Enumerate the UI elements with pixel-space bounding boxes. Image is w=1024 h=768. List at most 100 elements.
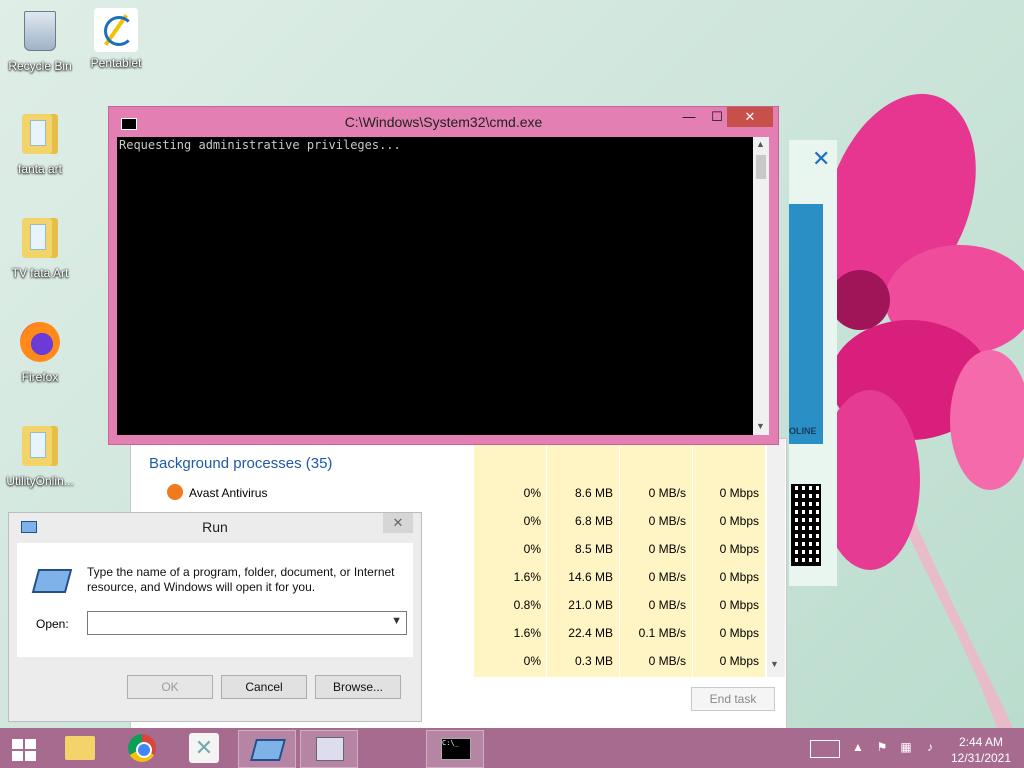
taskbar-cmd[interactable]: C:\_ [426,730,484,768]
recycle-bin-icon [24,11,56,51]
network-icon[interactable]: ▦ [898,740,914,756]
desktop-icon-tv-fata-art[interactable]: TV fata Art [2,216,78,280]
console-output[interactable]: Requesting administrative privileges... [117,137,753,435]
table-row[interactable]: Avast Antivirus 0% 8.6 MB 0 MB/s 0 Mbps [131,479,767,507]
avast-icon [167,484,183,500]
network-value: 0 Mbps [719,486,759,500]
desktop-icon-label: Firefox [21,370,59,384]
network-value: 0 Mbps [719,654,759,668]
browse-button[interactable]: Browse... [315,675,401,699]
memory-value: 8.6 MB [574,486,613,500]
start-button[interactable] [0,730,48,766]
disk-value: 0 MB/s [648,598,686,612]
cancel-button[interactable]: Cancel [221,675,307,699]
chevron-up-icon[interactable]: ▲ [756,139,765,149]
run-small-icon [21,521,37,533]
process-name: Avast Antivirus [189,486,268,500]
taskbar: ✕ C:\_ ▲ ⚑ ▦ ♪ 2:44 AM 12/31/2021 [0,728,1024,768]
run-description: Type the name of a program, folder, docu… [87,565,395,594]
scroll-thumb[interactable] [756,155,766,179]
chevron-down-icon[interactable]: ▼ [770,659,779,669]
desktop-icon-firefox[interactable]: Firefox [2,320,78,384]
run-dialog[interactable]: Run ✕ Type the name of a program, folder… [8,512,422,722]
end-task-button[interactable]: End task [691,687,775,711]
console-icon: C:\_ [441,738,471,760]
desktop-icon-label: UtilityOnlin... [6,474,74,488]
section-title: Background processes (35) [149,455,333,472]
cpu-value: 0% [523,542,541,556]
cpu-value: 0.8% [513,598,541,612]
cpu-value: 1.6% [513,570,541,584]
memory-value: 21.0 MB [568,598,613,612]
disk-value: 0 MB/s [648,570,686,584]
volume-muted-icon[interactable]: ♪ [922,740,938,756]
desktop-icon-pentablet[interactable]: Pentablet [78,8,154,70]
clock-time: 2:44 AM [958,735,1004,749]
network-value: 0 Mbps [719,542,759,556]
minimize-button[interactable]: — [675,107,703,127]
disk-value: 0 MB/s [648,542,686,556]
ad-text: OLINE [789,426,817,436]
open-input[interactable]: ▼ [87,611,407,635]
taskbar-file-explorer[interactable] [52,730,108,766]
desktop-icon-label: TV fata Art [11,266,69,280]
desktop-icon-recycle-bin[interactable]: Recycle Bin [2,8,78,73]
task-manager-icon [316,737,344,761]
network-value: 0 Mbps [719,626,759,640]
desktop-icon-utilityonline[interactable]: UtilityOnlin... [2,424,78,488]
desktop-icon-fanta-art[interactable]: fanta art [2,112,78,176]
app-icon: ✕ [189,733,219,763]
disk-value: 0 MB/s [648,654,686,668]
ad-image [789,204,823,444]
disk-value: 0 MB/s [648,514,686,528]
chrome-icon [128,734,156,762]
taskbar-task-manager[interactable] [300,730,358,768]
close-button[interactable]: ✕ [383,513,413,533]
network-value: 0 Mbps [719,598,759,612]
clock[interactable]: 2:44 AM 12/31/2021 [944,734,1018,766]
disk-value: 0 MB/s [648,486,686,500]
run-icon [31,569,73,593]
folder-icon [22,426,58,466]
close-icon[interactable]: ✕ [812,146,830,172]
action-center-icon[interactable]: ⚑ [874,740,890,756]
chevron-down-icon[interactable]: ▼ [391,615,402,627]
memory-value: 8.5 MB [574,542,613,556]
cpu-value: 0% [523,654,541,668]
open-label: Open: [36,617,69,631]
memory-value: 0.3 MB [574,654,613,668]
run-title: Run [202,519,228,535]
touch-keyboard-icon[interactable] [810,740,840,758]
console-scrollbar[interactable]: ▲ ▼ [753,137,769,435]
ok-button[interactable]: OK [127,675,213,699]
cmd-window[interactable]: C:\Windows\System32\cmd.exe — ☐ ✕ Reques… [108,106,779,445]
desktop-icon-label: fanta art [17,162,63,176]
clock-date: 12/31/2021 [950,751,1012,765]
run-icon [250,739,286,761]
desktop-icon-label: Pentablet [90,56,142,70]
pentablet-icon [94,8,138,52]
close-button[interactable]: ✕ [727,107,773,127]
chevron-up-icon[interactable]: ▲ [850,740,866,756]
run-content: Type the name of a program, folder, docu… [17,543,413,657]
disk-value: 0.1 MB/s [638,626,686,640]
folder-icon [22,218,58,258]
windows-icon [12,739,36,761]
process-list-scrollbar[interactable]: ▼ [767,439,785,677]
memory-value: 6.8 MB [574,514,613,528]
cpu-value: 1.6% [513,626,541,640]
desktop-icon-label: Recycle Bin [8,59,72,73]
firefox-icon [20,322,60,362]
taskbar-app[interactable]: ✕ [176,730,232,766]
folder-icon [65,736,95,760]
memory-value: 22.4 MB [568,626,613,640]
folder-icon [22,114,58,154]
taskbar-chrome[interactable] [114,730,170,766]
chevron-down-icon[interactable]: ▼ [756,421,765,431]
cpu-value: 0% [523,514,541,528]
qr-code-icon [791,484,821,566]
memory-value: 14.6 MB [568,570,613,584]
console-text: Requesting administrative privileges... [119,138,401,152]
taskbar-run[interactable] [238,730,296,768]
cpu-value: 0% [523,486,541,500]
